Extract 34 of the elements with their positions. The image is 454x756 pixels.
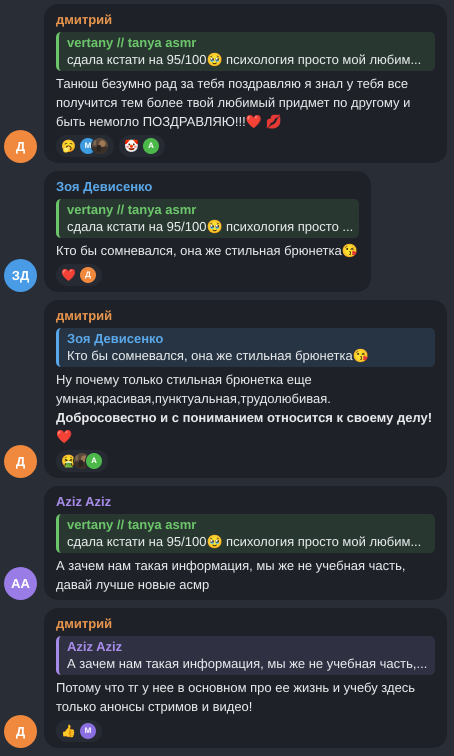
- reaction-chip[interactable]: 🤡 А: [119, 135, 165, 157]
- reply-text: А зачем нам такая информация, мы же не учебная часть,...: [67, 655, 428, 673]
- reply-text: сдала кстати на 95/100🥹 психология просто мой любим...: [67, 51, 422, 69]
- author-name[interactable]: Зоя Девисенко: [56, 178, 360, 195]
- author-name[interactable]: дмитрий: [56, 307, 435, 324]
- reply-author: vertany // tanya asmr: [67, 516, 198, 533]
- reaction-avatar: А: [85, 452, 103, 470]
- author-name[interactable]: дмитрий: [56, 11, 435, 28]
- author-name[interactable]: дмитрий: [56, 615, 435, 632]
- message-text: Танюш безумно рад за тебя поздравляю я знал у тебя все получится тем более твой любимый придмет по другому и быть немогло ПОЗДРАВЛЯЮ!!!❤ 💋: [56, 75, 412, 131]
- message-text: Потому что тг у нее в основном про ее жизнь и учебу здесь только анонсы стримов и видео!: [56, 679, 416, 716]
- reaction-chip[interactable]: 👍 М: [56, 720, 102, 742]
- reaction-chip[interactable]: ❤ Д: [56, 264, 102, 286]
- author-name[interactable]: Aziz Aziz: [56, 493, 435, 510]
- reply-quote[interactable]: Зоя Девисенко Кто бы сомневался, она же стильная брюнетка😘: [56, 328, 435, 367]
- reaction-avatar: М: [79, 722, 97, 740]
- message-text: А зачем нам такая информация, мы же не учебная часть, давай лучше новые асмр: [56, 557, 406, 594]
- reply-author: Aziz Aziz: [67, 638, 124, 655]
- message-text: Кто бы сомневался, она же стильная брюнетка😘: [56, 242, 359, 260]
- reaction-chip[interactable]: 🤮 А: [56, 450, 108, 472]
- reply-quote[interactable]: Aziz Aziz А зачем нам такая информация, мы же не учебная часть,...: [56, 636, 435, 675]
- message-text: Ну почему только стильная брюнетка еще умная,красивая,пунктуальная,трудолюбивая. Добросовестно и с пониманием относится к своему делу! ❤: [56, 371, 434, 446]
- reply-author: Зоя Девисенко: [67, 330, 164, 347]
- reply-quote[interactable]: vertany // tanya asmr сдала кстати на 95/100🥹 психология просто мой любим...: [56, 32, 435, 71]
- reply-quote[interactable]: vertany // tanya asmr сдала кстати на 95/100🥹 психология просто мой любим...: [56, 514, 435, 553]
- reaction-avatar: А: [142, 137, 160, 155]
- reaction-avatar: Д: [79, 266, 97, 284]
- reply-text: сдала кстати на 95/100🥹 психология просто ...: [67, 218, 354, 236]
- reply-author: vertany // tanya asmr: [67, 201, 198, 218]
- reply-quote[interactable]: vertany // tanya asmr сдала кстати на 95/100🥹 психология просто ...: [56, 199, 360, 238]
- reaction-chip[interactable]: 🥱 М: [56, 135, 114, 157]
- reply-text: Кто бы сомневался, она же стильная брюнетка😘: [67, 347, 370, 365]
- reply-text: сдала кстати на 95/100🥹 психология просто мой любим...: [67, 533, 422, 551]
- reply-author: vertany // tanya asmr: [67, 34, 198, 51]
